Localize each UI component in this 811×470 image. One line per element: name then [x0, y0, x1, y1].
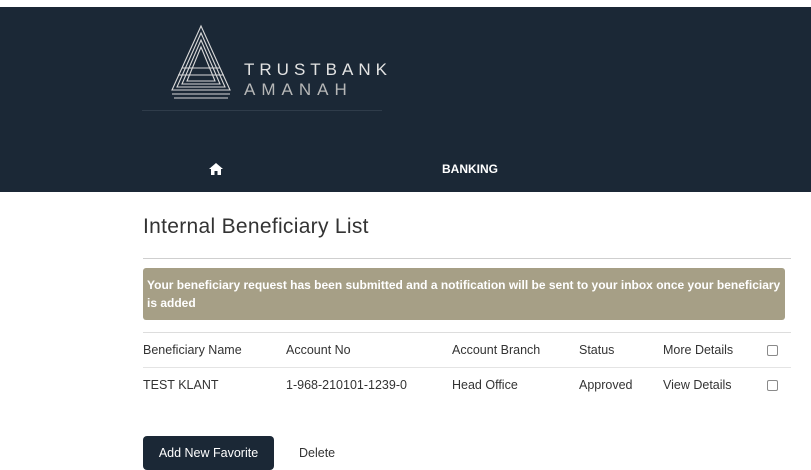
column-header-details: More Details [663, 343, 734, 357]
select-all-checkbox[interactable] [767, 345, 778, 357]
add-new-favorite-button[interactable]: Add New Favorite [143, 436, 274, 470]
alert-banner: Your beneficiary request has been submit… [143, 268, 785, 320]
home-icon[interactable] [209, 163, 223, 175]
beneficiary-name: TEST KLANT [143, 378, 219, 392]
select-all-checkbox-cell [767, 333, 791, 368]
column-header-status: Status [579, 343, 615, 357]
logo-mark-icon [171, 24, 231, 99]
status-text: Approved [579, 378, 633, 392]
title-divider [143, 258, 791, 259]
delete-button[interactable]: Delete [289, 436, 345, 470]
brand-subname: AMANAH [244, 80, 353, 99]
account-branch: Head Office [452, 378, 518, 392]
table-header-row: Beneficiary Name Account No Account Bran… [143, 332, 791, 368]
header: TRUSTBANK AMANAH BANKING [0, 7, 811, 192]
alert-message: Your beneficiary request has been submit… [147, 278, 781, 310]
details-cell: View Details [663, 368, 767, 403]
row-checkbox[interactable] [767, 380, 778, 392]
page-title: Internal Beneficiary List [143, 215, 369, 238]
table-row: TEST KLANT 1-968-210101-1239-0 Head Offi… [143, 368, 791, 403]
column-header-branch: Account Branch [452, 343, 541, 357]
beneficiary-table: Beneficiary Name Account No Account Bran… [143, 332, 791, 403]
main-nav: BANKING [0, 147, 811, 192]
column-header-name: Beneficiary Name [143, 343, 242, 357]
logo[interactable]: TRUSTBANK AMANAH [130, 10, 387, 111]
view-details-link[interactable]: View Details [663, 378, 732, 392]
nav-item-banking[interactable]: BANKING [442, 162, 498, 176]
column-header-account: Account No [286, 343, 351, 357]
logo-divider [142, 110, 382, 111]
brand-name: TRUSTBANK [244, 60, 392, 79]
account-number: 1-968-210101-1239-0 [286, 378, 407, 392]
row-checkbox-cell [767, 368, 791, 403]
